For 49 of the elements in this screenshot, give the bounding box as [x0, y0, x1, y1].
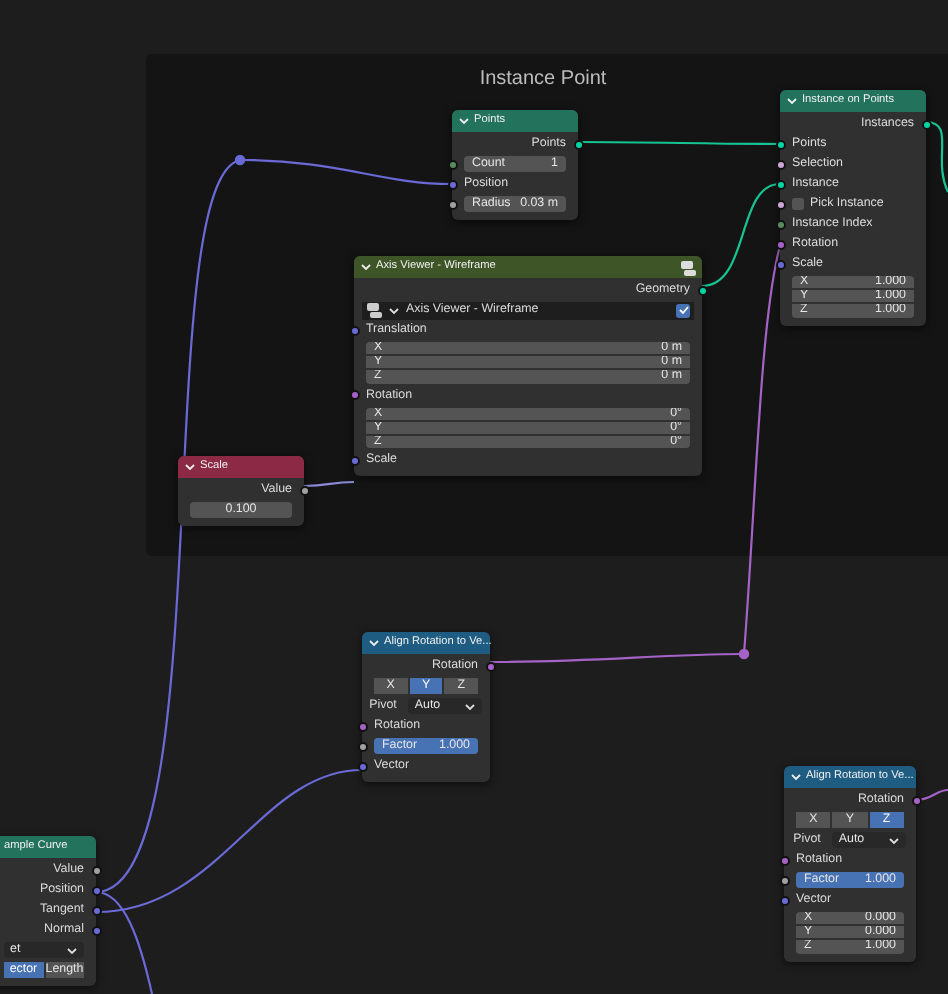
socket-dot[interactable] [775, 179, 785, 189]
socket-dot[interactable] [775, 199, 785, 209]
socket-dot[interactable] [349, 325, 359, 335]
node-link [304, 480, 354, 488]
check-icon [677, 304, 689, 316]
socket-dot[interactable] [91, 885, 101, 895]
frame-label: Instance Point [477, 70, 609, 90]
socket-dot[interactable] [349, 455, 359, 466]
caret-icon [464, 701, 477, 711]
socket-dot[interactable] [447, 199, 457, 209]
socket-dot[interactable] [921, 119, 931, 129]
socket-dot[interactable] [91, 865, 101, 875]
socket-dot[interactable] [775, 159, 785, 169]
caret-icon [66, 945, 78, 955]
checkbox[interactable] [676, 303, 690, 317]
socket-dot[interactable] [357, 761, 367, 771]
socket-dot[interactable] [447, 179, 457, 189]
reroute-dot[interactable] [234, 154, 246, 166]
socket-dot[interactable] [775, 139, 785, 149]
caret-icon [360, 262, 372, 272]
caret-icon [184, 462, 196, 472]
caret-icon [368, 638, 380, 648]
socket-dot[interactable] [779, 855, 789, 865]
socket-dot[interactable] [775, 219, 785, 229]
socket-dot[interactable] [91, 905, 101, 915]
socket-dot[interactable] [911, 795, 921, 805]
caret-icon [388, 305, 400, 315]
socket-dot[interactable] [357, 721, 367, 731]
socket-dot[interactable] [357, 741, 367, 751]
socket-dot[interactable] [573, 139, 583, 149]
socket-dot[interactable] [779, 895, 789, 905]
socket-dot[interactable] [447, 159, 457, 169]
socket-dot[interactable] [779, 875, 789, 885]
socket-dot[interactable] [697, 285, 707, 295]
caret-icon [458, 116, 470, 126]
caret-icon [790, 772, 802, 782]
node-link [925, 120, 948, 193]
reroute-dot[interactable] [738, 648, 750, 660]
checkbox[interactable] [792, 198, 804, 210]
socket-dot[interactable] [349, 390, 359, 401]
socket-dot[interactable] [485, 661, 495, 671]
socket-dot[interactable] [775, 239, 785, 249]
viewer-icon [680, 259, 696, 275]
caret-icon [786, 96, 798, 106]
socket-dot[interactable] [91, 925, 101, 935]
socket-dot[interactable] [299, 485, 309, 495]
caret-icon [888, 835, 901, 845]
socket-dot[interactable] [775, 259, 785, 269]
viewer-icon [366, 302, 382, 318]
